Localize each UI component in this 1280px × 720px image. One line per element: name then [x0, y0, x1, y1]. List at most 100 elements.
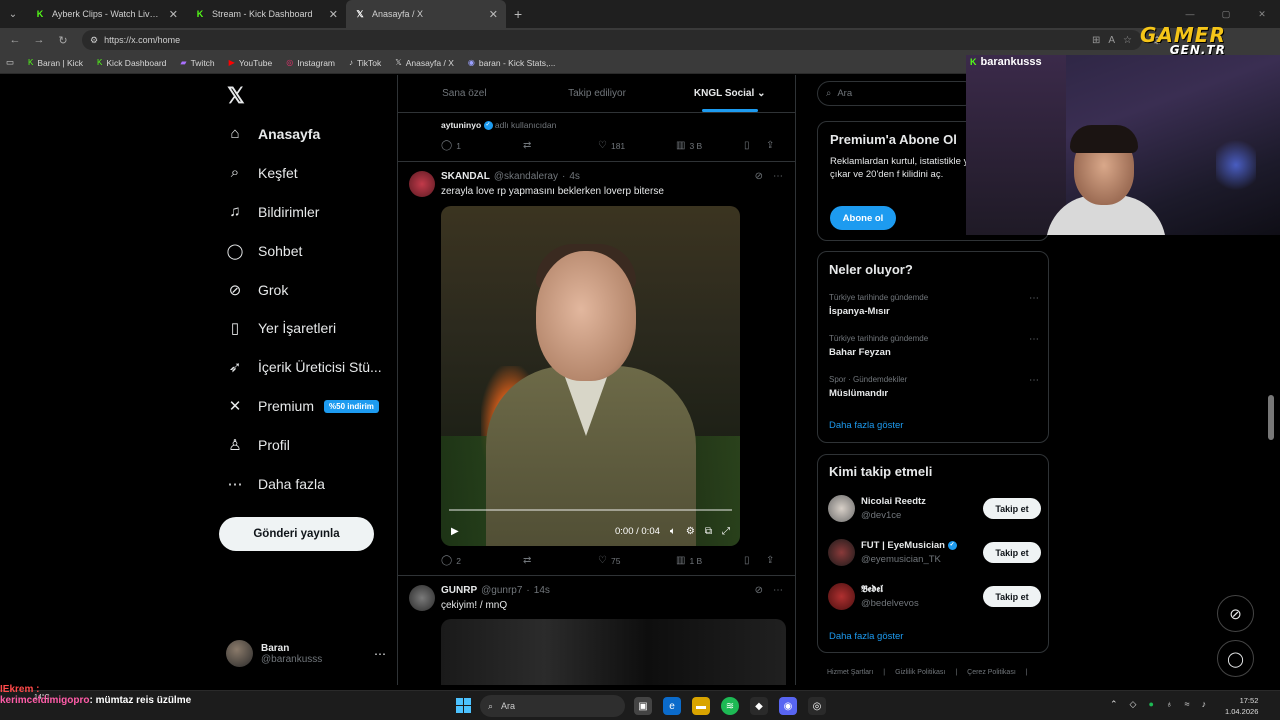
tweet-media[interactable] [441, 619, 786, 685]
trend-item[interactable]: Spor · Gündemdekiler Müslümandır ⋯ [829, 375, 1039, 399]
volume-icon[interactable]: 🔈︎ [670, 526, 676, 537]
close-window-icon[interactable]: ✕ [1244, 0, 1280, 28]
grok-icon[interactable]: ⊘ [755, 171, 763, 182]
reply-button[interactable]: ◯ 1 [441, 140, 523, 151]
tweet-time[interactable]: 14s [534, 585, 550, 596]
close-tab-icon[interactable]: ✕ [169, 8, 178, 21]
more-options-icon[interactable]: ⋯ [773, 585, 783, 596]
back-icon[interactable]: ← [6, 34, 24, 46]
cookie-link[interactable]: Çerez Politikası [967, 669, 1016, 676]
nav-more[interactable]: ⋯ Daha fazla [226, 475, 325, 493]
suggested-user[interactable]: Nicolai Reedtz @dev1ce Takip et [828, 495, 1041, 522]
close-tab-icon[interactable]: ✕ [329, 8, 338, 21]
tray-arrow-icon[interactable]: ⌃ [1110, 699, 1118, 710]
app-icon[interactable]: ◆ [750, 697, 768, 715]
bookmark-kick-stats[interactable]: ◉ baran - Kick Stats,... [468, 58, 556, 68]
browser-tab-stream[interactable]: K Stream - Kick Dashboard ✕ [186, 0, 346, 28]
tweet-handle[interactable]: @skandaleray [494, 171, 558, 182]
suggested-user[interactable]: FUT | EyeMusician ✓ @eyemusician_TK Taki… [828, 539, 1041, 566]
tab-for-you[interactable]: Sana özel [398, 75, 531, 112]
bookmark-button[interactable]: ▯ [744, 555, 766, 566]
repost-button[interactable]: ⇄ [523, 140, 598, 151]
nav-messages[interactable]: ◯ Sohbet [226, 242, 303, 260]
wifi-icon[interactable]: ≈ [1185, 699, 1190, 710]
x-logo-icon[interactable]: 𝕏 [227, 83, 245, 109]
trend-item[interactable]: Türkiye tarihinde gündemde İspanya-Mısır… [829, 293, 1039, 317]
close-tab-icon[interactable]: ✕ [489, 8, 498, 21]
status-icon[interactable]: ● [1148, 699, 1153, 710]
messages-floating-button[interactable]: ◯ [1217, 640, 1254, 677]
like-button[interactable]: ♡ 75 [598, 555, 676, 566]
bookmark-youtube[interactable]: ▶ YouTube [229, 58, 273, 68]
tweet-handle[interactable]: @gunrp7 [481, 585, 522, 596]
more-options-icon[interactable]: ⋯ [1029, 334, 1039, 345]
follow-button[interactable]: Takip et [983, 542, 1041, 563]
nav-bookmarks[interactable]: ▯ Yer İşaretleri [226, 319, 336, 337]
repost-button[interactable]: ⇄ [523, 555, 598, 566]
subscribe-button[interactable]: Abone ol [830, 206, 896, 230]
bookmark-kick-dashboard[interactable]: K Kick Dashboard [97, 58, 166, 68]
tweet-username[interactable]: GUNRP [441, 585, 477, 596]
bookmark-star-icon[interactable]: ☆ [1123, 35, 1132, 46]
site-info-icon[interactable]: ⚙ [90, 35, 98, 46]
reply-button[interactable]: ◯ 2 [441, 555, 523, 566]
pip-icon[interactable]: ⧉ [705, 526, 712, 537]
edge-icon[interactable]: e [663, 697, 681, 715]
bookmark-instagram[interactable]: ◎ Instagram [286, 58, 335, 68]
nav-creator-studio[interactable]: ➶ İçerik Üreticisi Stü... [226, 358, 382, 376]
share-button[interactable]: ⇪ [766, 140, 774, 151]
task-view-icon[interactable]: ▣ [634, 697, 652, 715]
file-explorer-icon[interactable]: ▬ [692, 697, 710, 715]
account-switcher[interactable]: Baran @barankusss ⋯ [226, 640, 386, 667]
tab-following[interactable]: Takip ediliyor [531, 75, 664, 112]
more-options-icon[interactable]: ⋯ [773, 171, 783, 182]
suggested-user[interactable]: 𝕭𝖊𝖉𝖊𝖑 @bedelvevos Takip et [828, 583, 1041, 610]
browser-tab-ayberk[interactable]: K Ayberk Clips - Watch Live on Kick ✕ [26, 0, 186, 28]
bookmarks-menu-icon[interactable]: ▭ [6, 57, 14, 68]
new-tab-icon[interactable]: + [506, 6, 530, 22]
chrome-icon[interactable]: ◎ [808, 697, 826, 715]
tweet-time[interactable]: 4s [569, 171, 580, 182]
like-button[interactable]: ♡ 181 [598, 140, 676, 151]
page-scrollbar[interactable] [1268, 395, 1274, 440]
video-player[interactable]: ▶ 0:00 / 0:04 🔈︎ ⚙ ⧉ ⤢ [441, 206, 740, 546]
tab-list-dropdown-icon[interactable]: ⌄ [0, 0, 26, 28]
follow-button[interactable]: Takip et [983, 498, 1041, 519]
translate-icon[interactable]: A [1108, 35, 1115, 46]
reload-icon[interactable]: ↻ [54, 34, 72, 47]
spotify-icon[interactable]: ≋ [721, 697, 739, 715]
more-options-icon[interactable]: ⋯ [374, 647, 386, 661]
reply-username[interactable]: aytuninyo [441, 120, 481, 130]
settings-icon[interactable]: ⚙ [686, 526, 695, 537]
share-button[interactable]: ⇪ [766, 555, 774, 566]
windows-start-icon[interactable] [456, 698, 471, 713]
bookmark-tiktok[interactable]: ♪ TikTok [349, 58, 381, 68]
tab-kngl-social[interactable]: KNGL Social ⌄ [663, 75, 796, 112]
views-button[interactable]: ▥ 3 B [676, 140, 744, 151]
fullscreen-icon[interactable]: ⤢ [722, 526, 730, 537]
search-input[interactable]: ⌕ Ara [817, 81, 977, 106]
more-options-icon[interactable]: ⋯ [1029, 293, 1039, 304]
install-app-icon[interactable]: ⊞ [1092, 35, 1100, 46]
nav-explore[interactable]: ⌕ Keşfet [226, 164, 298, 181]
bookmark-button[interactable]: ▯ [744, 140, 766, 151]
bookmark-baran-kick[interactable]: K Baran | Kick [28, 58, 83, 68]
tweet-username[interactable]: SKANDAL [441, 171, 490, 182]
bookmark-twitch[interactable]: ▰ Twitch [180, 58, 214, 68]
taskbar-search[interactable]: ⌕ Ara [480, 695, 625, 717]
grok-icon[interactable]: ⊘ [755, 585, 763, 596]
views-button[interactable]: ▥ 1 B [676, 555, 744, 566]
forward-icon[interactable]: → [30, 34, 48, 46]
nav-grok[interactable]: ⊘ Grok [226, 281, 289, 299]
nav-profile[interactable]: ♙ Profil [226, 436, 290, 454]
trend-item[interactable]: Türkiye tarihinde gündemde Bahar Feyzan … [829, 334, 1039, 358]
avatar[interactable] [409, 585, 435, 611]
play-icon[interactable]: ▶ [451, 526, 459, 537]
bookmark-x[interactable]: 𝕏 Anasayfa / X [395, 58, 454, 68]
more-options-icon[interactable]: ⋯ [1029, 375, 1039, 386]
volume-icon[interactable]: ♪ [1202, 699, 1207, 710]
privacy-link[interactable]: Gizlilik Politikası [895, 669, 945, 676]
discord-icon[interactable]: ◉ [779, 697, 797, 715]
url-field[interactable]: ⚙ https://x.com/home ⊞ A ☆ [82, 30, 1142, 50]
mic-icon[interactable]: ♁ [1166, 699, 1173, 710]
